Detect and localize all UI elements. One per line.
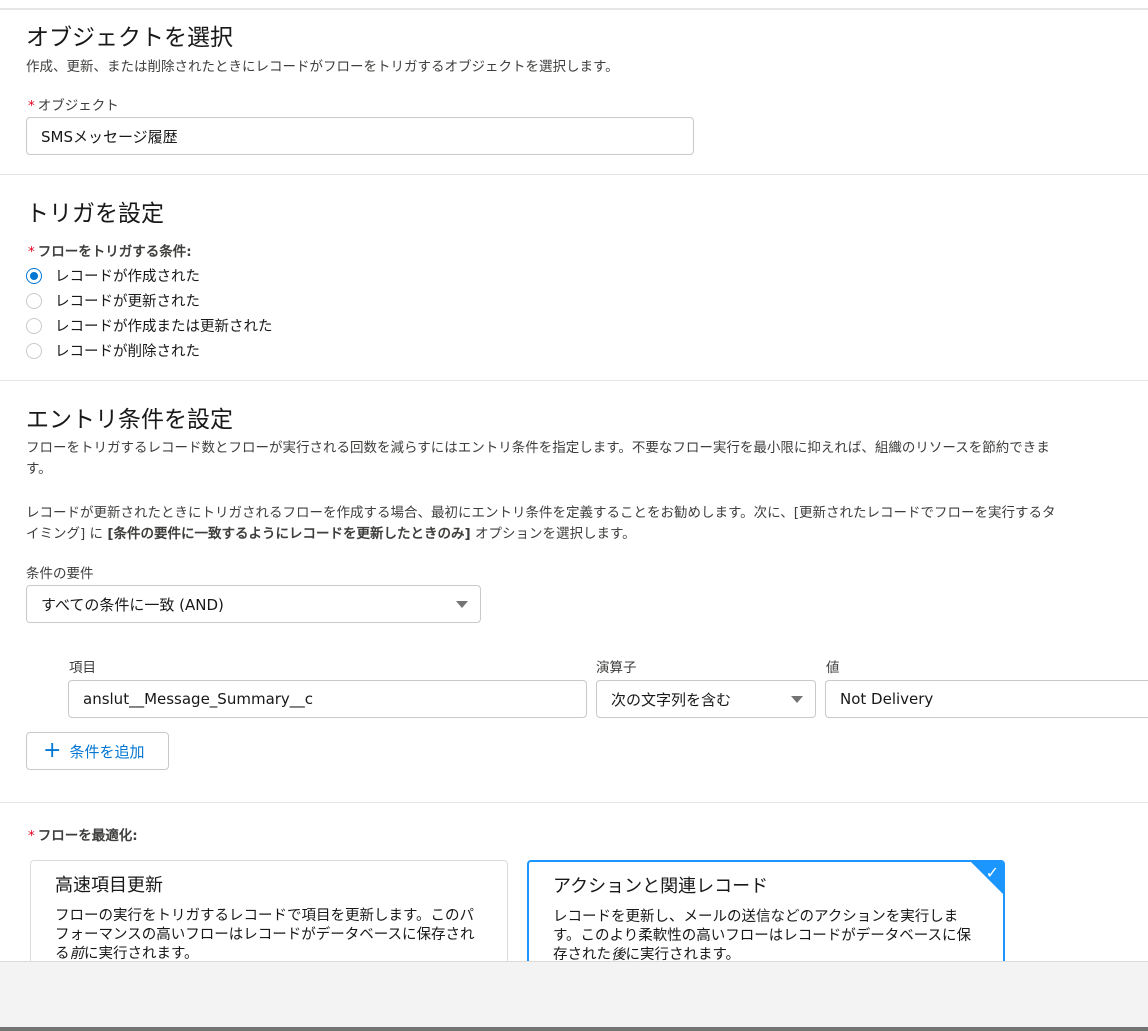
object-section-title: オブジェクトを選択 [26, 25, 233, 51]
object-field-label: * オブジェクト [28, 98, 119, 114]
condition-value-input[interactable]: Not Delivery [825, 680, 1148, 718]
radio-button[interactable] [26, 292, 42, 309]
object-section-description: 作成、更新、または削除されたときにレコードがフローをトリガするオブジェクトを選択… [26, 59, 619, 75]
plus-icon: + [43, 738, 62, 763]
value-column-label: 値 [826, 660, 840, 676]
option-card-fast-field-update[interactable]: 高速項目更新 フローの実行をトリガするレコードで項目を更新します。このパフォーマ… [30, 860, 508, 970]
radio-button[interactable] [26, 317, 42, 334]
section-divider [0, 380, 1148, 381]
trigger-section-title: トリガを設定 [26, 201, 164, 227]
trigger-condition-label: * フローをトリガする条件: [28, 244, 192, 260]
card-title: アクションと関連レコード [553, 876, 769, 897]
chevron-down-icon [791, 696, 803, 703]
top-divider [0, 0, 1148, 10]
footer-divider [0, 1027, 1148, 1031]
field-column-label: 項目 [69, 660, 96, 676]
required-marker: * [28, 98, 35, 114]
radio-record-created[interactable]: レコードが作成された [26, 265, 200, 286]
radio-button[interactable] [26, 342, 42, 359]
required-marker: * [28, 828, 35, 844]
condition-operator-select[interactable]: 次の文字列を含む [596, 680, 816, 718]
section-divider [0, 802, 1148, 803]
entry-description-1: フローをトリガするレコード数とフローが実行される回数を減らすにはエントリ条件を指… [26, 440, 1050, 477]
radio-record-created-or-updated[interactable]: レコードが作成または更新された [26, 315, 273, 336]
entry-description-2: レコードが更新されたときにトリガされるフローを作成する場合、最初にエントリ条件を… [26, 505, 1056, 542]
radio-record-updated[interactable]: レコードが更新された [26, 290, 200, 311]
condition-requirement-select[interactable]: すべての条件に一致 (AND) [26, 585, 481, 623]
radio-button[interactable] [26, 267, 42, 284]
checkmark-icon: ✓ [985, 863, 999, 882]
entry-section-title: エントリ条件を設定 [26, 407, 233, 433]
card-description: フローの実行をトリガするレコードで項目を更新します。このパフォーマンスの高いフロ… [55, 908, 475, 962]
footer-bar [0, 961, 1148, 1031]
radio-record-deleted[interactable]: レコードが削除された [26, 340, 200, 361]
card-description: レコードを更新し、メールの送信などのアクションを実行します。このより柔軟性の高い… [553, 909, 972, 963]
condition-field-input[interactable]: anslut__Message_Summary__c [68, 680, 587, 718]
chevron-down-icon [456, 601, 468, 608]
section-divider [0, 174, 1148, 175]
add-condition-button[interactable]: + 条件を追加 [26, 732, 169, 770]
object-input[interactable]: SMSメッセージ履歴 [26, 117, 694, 155]
card-title: 高速項目更新 [55, 875, 163, 896]
required-marker: * [28, 244, 35, 260]
optimize-label: * フローを最適化: [28, 828, 138, 844]
option-card-actions-related-records[interactable]: アクションと関連レコード レコードを更新し、メールの送信などのアクションを実行し… [527, 860, 1005, 970]
operator-column-label: 演算子 [596, 660, 637, 676]
condition-requirement-label: 条件の要件 [26, 566, 94, 582]
